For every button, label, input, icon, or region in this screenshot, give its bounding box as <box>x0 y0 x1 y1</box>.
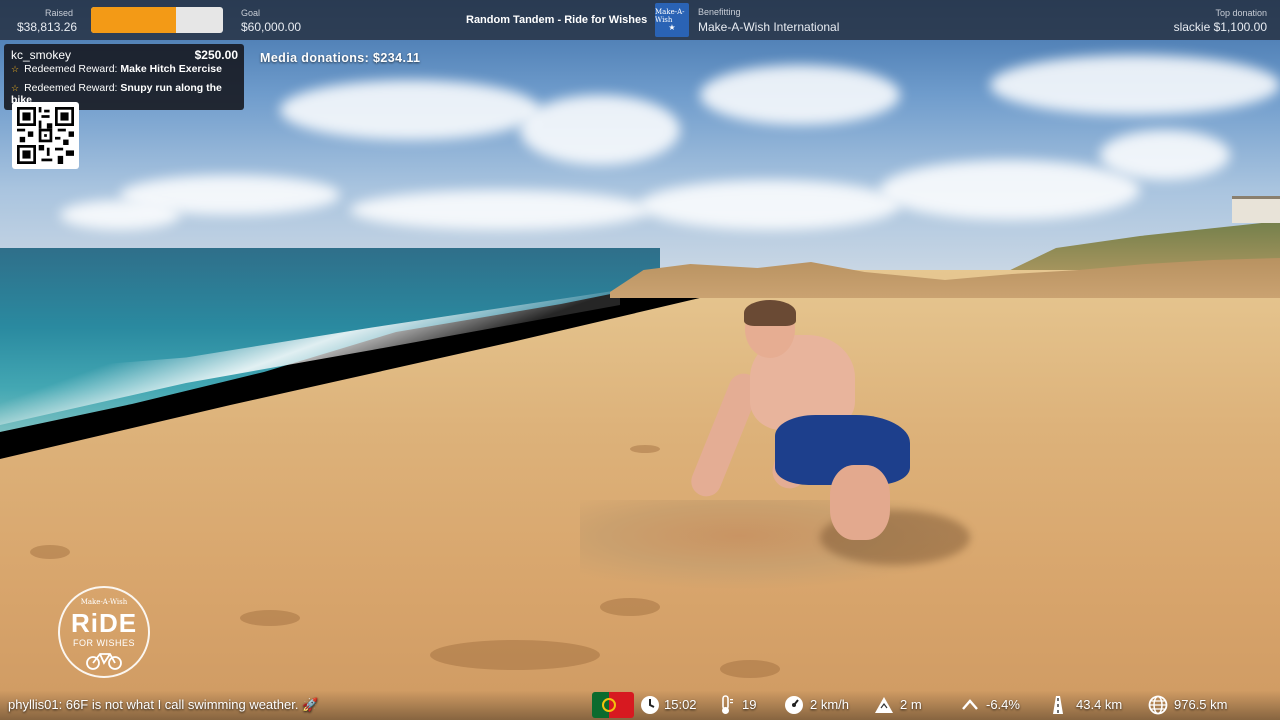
time-value: 15:02 <box>664 697 697 712</box>
temperature-value: 19 <box>742 697 757 712</box>
donation-amount: $250.00 <box>194 48 238 62</box>
altitude-value: 2 m <box>900 697 922 712</box>
top-bar: Raised $38,813.26 Goal $60,000.00 Random… <box>0 0 1280 40</box>
raised-value: $38,813.26 <box>17 20 78 34</box>
benefitting-value: Make-A-Wish International <box>698 20 840 34</box>
chevron-up-icon <box>962 699 978 710</box>
thermometer-icon <box>722 695 733 714</box>
ride-logo-sub: FOR WISHES <box>72 638 135 648</box>
ride-logo-main: RiDE <box>70 608 138 638</box>
distance-day-value: 43.4 km <box>1076 697 1123 712</box>
slope-value: -6.4% <box>986 697 1020 712</box>
make-a-wish-logo-text: Make-A-Wish <box>655 8 685 24</box>
top-donation-value: slackie $1,100.00 <box>1173 20 1267 34</box>
sky <box>0 0 1280 270</box>
bicycle-icon <box>86 653 122 670</box>
goal-label: Goal <box>241 8 261 18</box>
benefitting-label: Benefitting <box>698 7 741 17</box>
stream-title: Random Tandem - Ride for Wishes <box>466 14 648 26</box>
donation-alert: kc_smokey $250.00 ☆ Redeemed Reward: Make… <box>4 44 244 110</box>
donor-name: kc_smokey <box>11 48 72 62</box>
progress-fill <box>91 7 177 33</box>
chat-message: phyllis01: 66F is not what I call swimmi… <box>8 697 319 712</box>
globe-icon <box>1148 695 1168 715</box>
road-icon <box>1053 696 1063 714</box>
reward-name: Make Hitch Exercise <box>120 63 222 75</box>
top-donation-label: Top donation <box>1215 8 1267 18</box>
qr-code-icon <box>17 107 74 164</box>
person-digging <box>686 300 930 540</box>
ride-logo-top: Make-A-Wish <box>80 598 128 606</box>
speedometer-icon <box>785 696 803 714</box>
reward-prefix: Redeemed Reward: <box>24 63 121 75</box>
clock-icon <box>641 696 659 714</box>
reward-item: ☆ Redeemed Reward: Make Hitch Exercise <box>11 63 222 75</box>
star-icon: ★ <box>668 23 676 32</box>
reward-item: ☆ Redeemed Reward: Snupy run along the bi… <box>11 82 231 104</box>
house <box>1232 196 1280 223</box>
star-icon: ☆ <box>11 83 20 93</box>
ride-for-wishes-logo: Make-A-Wish RiDE FOR WISHES <box>58 586 150 678</box>
fundraising-progress-bar <box>91 7 223 33</box>
reward-prefix: Redeemed Reward: <box>24 82 121 94</box>
mountain-icon <box>875 697 893 713</box>
distance-total-value: 976.5 km <box>1174 697 1228 712</box>
qr-code[interactable] <box>12 102 79 169</box>
star-icon: ☆ <box>11 64 20 74</box>
make-a-wish-logo: Make-A-Wish ★ <box>655 3 689 37</box>
goal-value: $60,000.00 <box>241 20 302 34</box>
portugal-flag-icon <box>592 692 634 718</box>
speed-value: 2 km/h <box>810 697 850 712</box>
media-donations: Media donations: $234.11 <box>260 51 421 65</box>
raised-label: Raised <box>45 8 74 18</box>
